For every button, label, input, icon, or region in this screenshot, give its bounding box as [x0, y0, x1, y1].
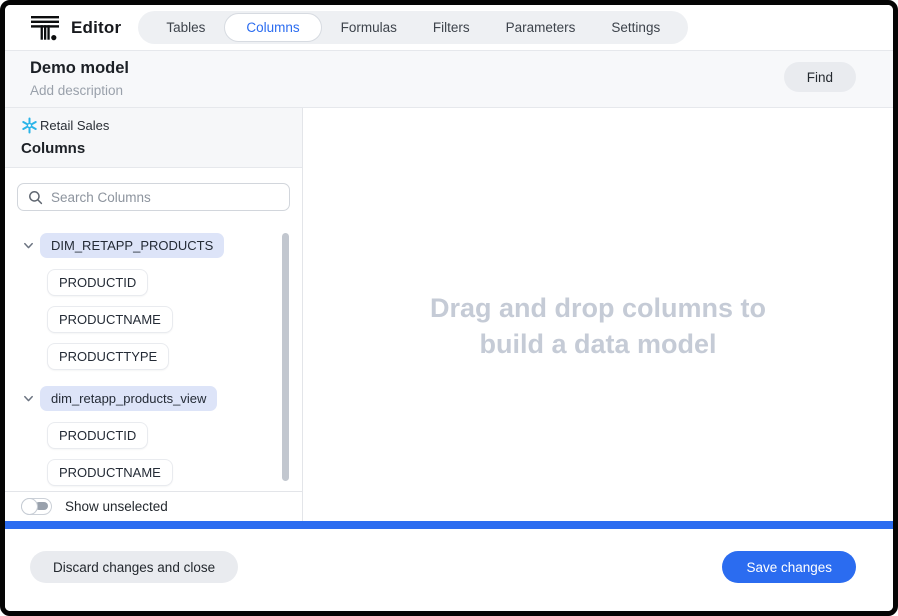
- accent-divider-bar: [5, 521, 893, 529]
- model-canvas[interactable]: Drag and drop columns to build a data mo…: [303, 108, 893, 521]
- table-chip[interactable]: dim_retapp_products_view: [40, 386, 217, 411]
- search-input[interactable]: [51, 190, 279, 205]
- body: Retail Sales Columns DIM_RETAPP_PRODUCTS…: [5, 108, 893, 521]
- toggle-label: Show unselected: [65, 499, 168, 514]
- column-row: PRODUCTTYPE: [48, 344, 302, 369]
- action-footer: Discard changes and close Save changes: [5, 529, 893, 611]
- column-chip[interactable]: PRODUCTNAME: [48, 307, 172, 332]
- top-toolbar: Editor TablesColumnsFormulasFiltersParam…: [5, 5, 893, 51]
- table-group: dim_retapp_products_view PRODUCTID PRODUCT…: [20, 386, 302, 485]
- column-row: PRODUCTID: [48, 423, 302, 448]
- discard-changes-button[interactable]: Discard changes and close: [30, 551, 238, 583]
- page-title[interactable]: Demo model: [30, 59, 857, 78]
- search-icon: [28, 190, 43, 205]
- column-row: PRODUCTNAME: [48, 307, 302, 332]
- tab-settings[interactable]: Settings: [594, 13, 677, 42]
- chevron-down-icon[interactable]: [20, 391, 36, 407]
- column-row: PRODUCTNAME: [48, 460, 302, 485]
- tab-parameters[interactable]: Parameters: [489, 13, 593, 42]
- column-chip[interactable]: PRODUCTTYPE: [48, 344, 168, 369]
- editor-window: Editor TablesColumnsFormulasFiltersParam…: [0, 0, 898, 616]
- sidebar-footer: Show unselected: [5, 491, 302, 521]
- tab-formulas[interactable]: Formulas: [324, 13, 414, 42]
- table-group-header: DIM_RETAPP_PRODUCTS: [20, 233, 302, 258]
- source-header: Retail Sales Columns: [5, 108, 302, 168]
- column-chip[interactable]: PRODUCTID: [48, 423, 147, 448]
- chevron-down-icon[interactable]: [20, 238, 36, 254]
- scrollbar-thumb[interactable]: [282, 233, 289, 481]
- column-chip[interactable]: PRODUCTNAME: [48, 460, 172, 485]
- sigma-logo-icon: [30, 13, 60, 43]
- find-button[interactable]: Find: [784, 62, 856, 92]
- app-title: Editor: [71, 18, 121, 38]
- columns-sidebar: Retail Sales Columns DIM_RETAPP_PRODUCTS…: [5, 108, 303, 521]
- tab-bar: TablesColumnsFormulasFiltersParametersSe…: [138, 11, 688, 44]
- description-placeholder[interactable]: Add description: [30, 83, 857, 98]
- tab-columns[interactable]: Columns: [224, 13, 321, 42]
- tab-filters[interactable]: Filters: [416, 13, 487, 42]
- save-changes-button[interactable]: Save changes: [722, 551, 856, 583]
- table-chip[interactable]: DIM_RETAPP_PRODUCTS: [40, 233, 224, 258]
- column-chip[interactable]: PRODUCTID: [48, 270, 147, 295]
- toggle-knob: [21, 498, 38, 515]
- source-name[interactable]: Retail Sales: [40, 118, 109, 133]
- columns-tree: DIM_RETAPP_PRODUCTS PRODUCTID PRODUCTNAME P…: [5, 211, 302, 491]
- column-row: PRODUCTID: [48, 270, 302, 295]
- canvas-placeholder-line2: build a data model: [430, 327, 766, 363]
- show-unselected-toggle[interactable]: [21, 498, 52, 515]
- tab-tables[interactable]: Tables: [149, 13, 222, 42]
- table-group: DIM_RETAPP_PRODUCTS PRODUCTID PRODUCTNAME P…: [20, 233, 302, 369]
- snowflake-icon: [21, 117, 38, 134]
- source-row: Retail Sales: [21, 117, 288, 134]
- canvas-placeholder-text: Drag and drop columns to build a data mo…: [430, 291, 766, 362]
- table-group-header: dim_retapp_products_view: [20, 386, 302, 411]
- search-box[interactable]: [17, 183, 290, 211]
- section-title: Columns: [21, 140, 288, 157]
- canvas-placeholder-line1: Drag and drop columns to: [430, 291, 766, 327]
- document-header: Demo model Add description Find: [5, 51, 893, 108]
